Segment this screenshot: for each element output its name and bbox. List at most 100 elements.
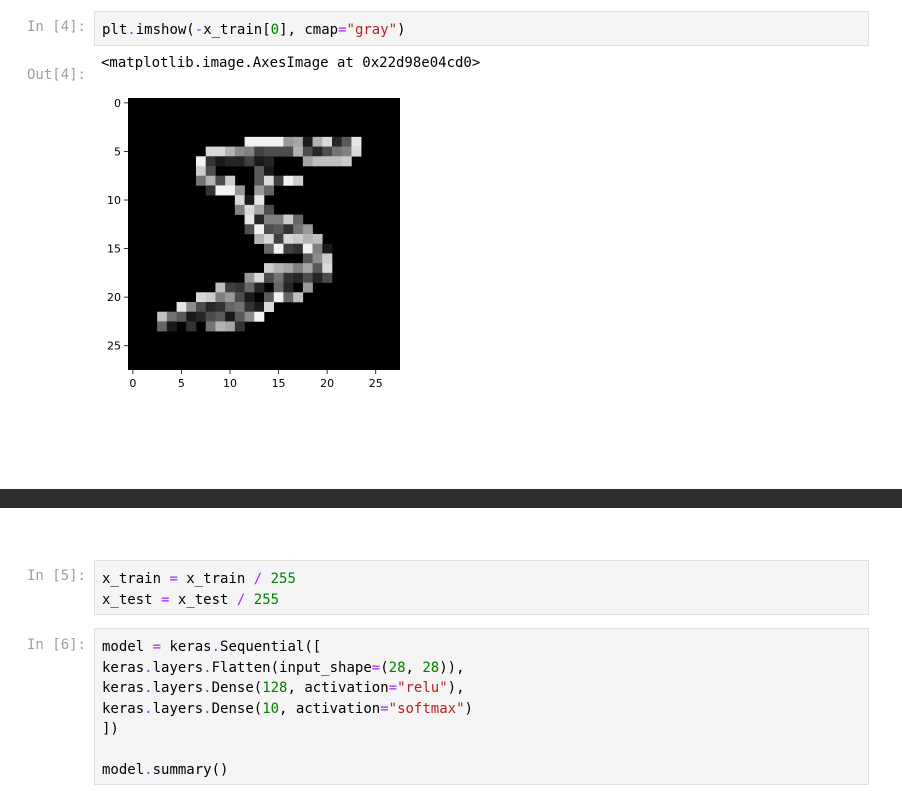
pixel-cell <box>264 146 275 157</box>
pixel-cell <box>225 321 236 332</box>
code-token: x_test <box>102 591 162 608</box>
pixel-cell <box>215 175 226 186</box>
pixel-cell <box>254 272 265 283</box>
pixel-cell <box>225 292 236 303</box>
pixel-cell <box>196 302 207 313</box>
pixel-cell <box>254 185 265 196</box>
code-token: "gray" <box>346 22 398 38</box>
pixel-cell <box>244 272 255 283</box>
y-tick-label: 5 <box>114 145 121 158</box>
pixel-cell <box>225 156 236 167</box>
pixel-cell <box>322 253 333 264</box>
pixel-cell <box>196 156 207 167</box>
x-tick-label: 5 <box>178 377 185 390</box>
pixel-cell <box>215 156 226 167</box>
pixel-cell <box>312 234 323 245</box>
pixel-cell <box>157 321 168 332</box>
pixel-cell <box>244 282 255 293</box>
pixel-cell <box>215 146 226 157</box>
pixel-cell <box>264 243 275 254</box>
pixel-cell <box>273 282 284 293</box>
code-token: keras <box>102 659 145 676</box>
code-cell-input[interactable]: x_train = x_train / 255 x_test = x_test … <box>94 560 869 615</box>
code-token: x_train[ <box>203 22 271 38</box>
pixel-cell <box>244 311 255 322</box>
pixel-cell <box>302 234 313 245</box>
pixel-cell <box>273 175 284 186</box>
code-token: )), <box>439 659 465 676</box>
pixel-cell <box>244 224 255 235</box>
code-token: = <box>371 659 381 676</box>
pixel-cell <box>254 156 265 167</box>
code-token: Flatten(input_shape <box>211 659 372 676</box>
pixel-cell <box>196 311 207 322</box>
code-token: summary() <box>152 762 229 778</box>
y-tick-label: 10 <box>107 194 121 207</box>
pixel-cell <box>215 185 226 196</box>
y-tick-label: 0 <box>114 97 121 110</box>
pixel-cell <box>254 214 265 225</box>
code-token: layers <box>152 700 204 717</box>
code-token: . <box>203 659 212 676</box>
code-text: x_train = x_train / 255 x_test = x_test … <box>95 561 868 610</box>
pixel-cell <box>322 272 333 283</box>
pixel-cell <box>205 146 216 157</box>
pixel-cell <box>302 243 313 254</box>
pixel-cell <box>312 146 323 157</box>
pixel-cell <box>254 311 265 322</box>
pixel-cell <box>293 146 304 157</box>
code-token: Dense( <box>211 700 263 717</box>
pixel-cell <box>264 166 275 177</box>
x-tick-label: 10 <box>223 377 237 390</box>
y-tick-label: 25 <box>107 340 121 353</box>
code-cell-input[interactable]: plt.imshow(-x_train[0], cmap="gray") <box>94 11 869 46</box>
pixel-cell <box>302 272 313 283</box>
pixel-cell <box>254 302 265 313</box>
code-token: 28 <box>388 659 406 676</box>
pixel-cell <box>293 224 304 235</box>
pixel-cell <box>244 136 255 147</box>
code-token: layers <box>152 659 204 676</box>
code-token: x_train <box>102 571 170 587</box>
pixel-cell <box>264 263 275 274</box>
pixel-cell <box>244 214 255 225</box>
pixel-cell <box>234 282 245 293</box>
pixel-cell <box>254 224 265 235</box>
code-token: 128 <box>262 680 288 696</box>
y-tick-label: 20 <box>107 291 121 304</box>
pixel-cell <box>341 136 352 147</box>
pixel-cell <box>225 282 236 293</box>
code-cell-input[interactable]: model = keras.Sequential([ keras.layers.… <box>94 628 869 785</box>
pixel-cell <box>332 156 343 167</box>
code-token: keras <box>102 700 145 717</box>
pixel-cell <box>293 263 304 274</box>
pixel-cell <box>166 321 177 332</box>
pixel-cell <box>215 321 226 332</box>
pixel-cell <box>293 136 304 147</box>
code-token: imshow( <box>135 22 195 38</box>
pixel-cell <box>302 282 313 293</box>
pixel-cell <box>273 272 284 283</box>
imshow-plot: 0 5 10 15 20 25 0 5 10 15 20 25 <box>107 97 400 390</box>
pixel-cell <box>176 302 187 313</box>
pixel-cell <box>293 214 304 225</box>
code-token: layers <box>152 680 204 696</box>
pixel-cell <box>283 214 294 225</box>
pixel-cell <box>264 156 275 167</box>
pixel-cell <box>254 166 265 177</box>
pixel-cell <box>283 224 294 235</box>
pixel-cell <box>273 243 284 254</box>
code-token: model <box>102 762 145 778</box>
output-prompt: Out[4]: <box>26 67 86 83</box>
code-token: x_test <box>169 591 237 608</box>
pixel-cell <box>215 311 226 322</box>
pixel-cell <box>293 292 304 303</box>
pixel-cell <box>264 185 275 196</box>
pixel-cell <box>215 282 226 293</box>
pixel-cell <box>264 272 275 283</box>
code-text: plt.imshow(-x_train[0], cmap="gray") <box>95 12 868 41</box>
pixel-cell <box>312 263 323 274</box>
pixel-cell <box>264 214 275 225</box>
pixel-cell <box>225 175 236 186</box>
code-token: . <box>211 639 221 655</box>
